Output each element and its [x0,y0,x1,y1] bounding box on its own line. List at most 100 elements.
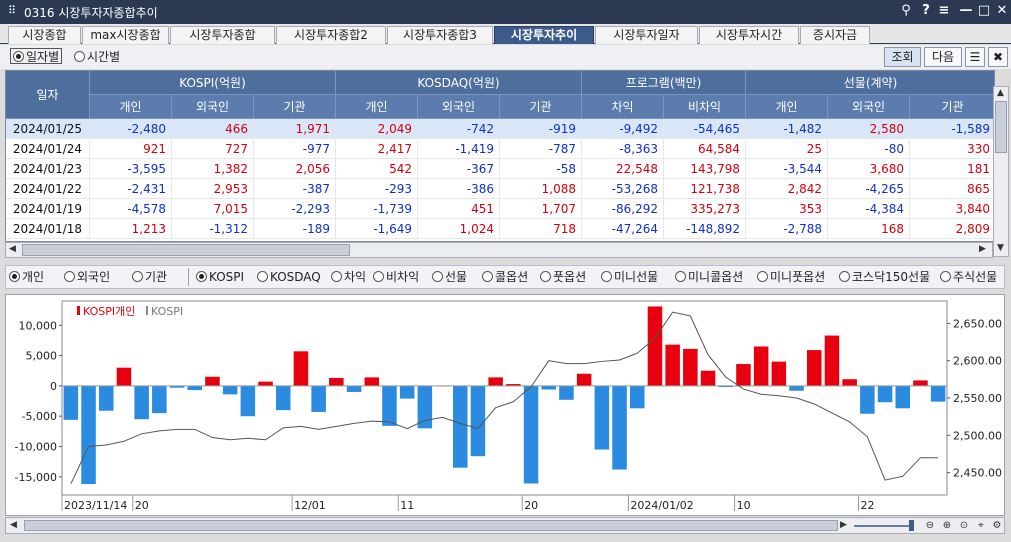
tab-investor-time[interactable]: 시장투자시간 [699,26,799,44]
bar[interactable] [152,385,167,414]
market-option-2[interactable]: 차익 [331,269,366,285]
bar[interactable] [346,385,362,392]
bar[interactable] [258,381,273,386]
column-header[interactable]: 비차익 [664,95,746,119]
bar[interactable] [824,335,840,386]
tab-market-funds[interactable]: 증시자금 [800,26,870,44]
bar[interactable] [860,385,875,414]
table-row[interactable]: 2024/01/18 1,213 -1,312 -189 -1,649 1,024 718-… [6,219,994,239]
bar[interactable] [275,385,291,411]
market-option-1[interactable]: KOSDAQ [257,269,321,285]
bar[interactable] [683,348,698,386]
tab-investor-summary[interactable]: 시장투자종합 [170,26,275,44]
bar[interactable] [806,350,822,386]
bar[interactable] [877,385,893,403]
bar[interactable] [895,385,911,409]
chart-scroll-right-icon[interactable]: ▶ [840,520,847,530]
bar[interactable] [789,385,804,391]
layout-icon[interactable]: ≡ [936,2,952,20]
bar[interactable] [842,379,857,386]
bar[interactable] [753,346,769,386]
bar[interactable] [452,385,468,468]
market-option-8[interactable]: 미니콜옵션 [675,269,743,285]
table-row[interactable]: 2024/01/19 -4,578 7,015 -2,293 -1,739 451 1,70… [6,199,994,219]
bar[interactable] [205,376,220,386]
table-row[interactable]: 2024/01/24 921 727 -977 2,417 -1,419 -787 -8,36… [6,139,994,159]
market-option-9[interactable]: 미니풋옵션 [757,269,825,285]
column-header[interactable]: 개인 [746,95,828,119]
scroll-left-icon[interactable]: ◀ [9,244,16,254]
column-header[interactable]: 기관 [910,95,994,119]
date-header[interactable]: 일자 [6,71,90,119]
market-option-6[interactable]: 풋옵션 [540,269,586,285]
bar[interactable] [541,385,557,390]
bar[interactable] [187,385,203,391]
column-header[interactable]: 기관 [254,95,336,119]
maximize-icon[interactable]: □ [976,2,992,20]
market-option-7[interactable]: 미니선물 [601,269,658,285]
minimize-icon[interactable]: — [958,2,974,20]
grid-grip-icon[interactable]: ⠿ [8,4,16,17]
crosshair-icon[interactable]: ⌖ [973,519,989,533]
bar[interactable] [240,385,256,417]
tab-investor-trend[interactable]: 시장투자추이 [494,26,594,44]
bar[interactable] [488,377,503,386]
bar[interactable] [523,385,539,484]
tab-max-market-summary[interactable]: max시장종합 [82,26,169,44]
bar[interactable] [612,385,627,470]
bar[interactable] [665,344,680,386]
market-option-4[interactable]: 선물 [432,269,467,285]
bar[interactable] [399,385,415,399]
bar[interactable] [222,385,238,395]
scroll-down-icon[interactable]: ▼ [997,243,1004,253]
investor-option-2[interactable]: 기관 [132,269,167,285]
zoom-fit-icon[interactable]: ⊙ [956,519,972,533]
bar[interactable] [364,377,380,386]
column-header[interactable]: 기관 [500,95,582,119]
scroll-right-icon[interactable]: ▶ [979,244,986,254]
table-row[interactable]: 2024/01/22 -2,431 2,953 -387 -293 -386 1,088 -5… [6,179,994,199]
market-option-10[interactable]: 코스닥150선물 [839,269,930,285]
vertical-scroll-thumb[interactable] [995,101,1007,153]
bar[interactable] [576,373,592,386]
help-icon[interactable]: ? [918,2,934,20]
market-option-0[interactable]: KOSPI [196,269,244,285]
column-header[interactable]: 개인 [336,95,418,119]
bar[interactable] [629,385,645,409]
bar[interactable] [736,364,751,386]
zoom-slider-handle[interactable] [909,520,914,531]
horizontal-scroll-thumb[interactable] [22,244,350,256]
market-option-11[interactable]: 주식선물 [940,269,997,285]
column-header[interactable]: 외국인 [172,95,254,119]
investor-option-1[interactable]: 외국인 [64,269,110,285]
bar[interactable] [470,385,486,457]
bar[interactable] [382,385,397,426]
tab-investor-summary2[interactable]: 시장투자종합2 [276,26,386,44]
chart-settings-icon[interactable]: ⚙ [989,519,1005,533]
query-button[interactable]: 조회 [884,47,921,67]
market-option-3[interactable]: 비차익 [373,269,419,285]
horizontal-scrollbar[interactable]: ◀ ▶ [5,242,993,258]
tab-market-summary[interactable]: 시장종합 [8,26,81,44]
bar[interactable] [116,367,132,386]
radio-hourly[interactable]: 시간별 [74,49,120,65]
bar[interactable] [311,385,326,412]
bar[interactable] [417,385,433,429]
bar[interactable] [81,385,96,485]
bar[interactable] [63,385,79,420]
zoom-slider[interactable] [854,525,914,527]
zoom-in-icon[interactable]: ⊕ [939,519,955,533]
column-header[interactable]: 개인 [90,95,172,119]
list-icon[interactable]: ☰ [965,47,985,67]
bar[interactable] [647,306,663,386]
pin-icon[interactable]: ⚲ [898,2,914,20]
close-icon[interactable]: ✕ [994,2,1010,20]
radio-daily[interactable]: 일자별 [10,48,63,64]
bar[interactable] [594,385,610,450]
bar[interactable] [930,385,946,402]
chart-scroll-thumb[interactable] [24,520,838,531]
bar[interactable] [329,377,344,386]
market-option-5[interactable]: 콜옵션 [482,269,528,285]
bar[interactable] [771,361,787,386]
tab-investor-summary3[interactable]: 시장투자종합3 [387,26,493,44]
